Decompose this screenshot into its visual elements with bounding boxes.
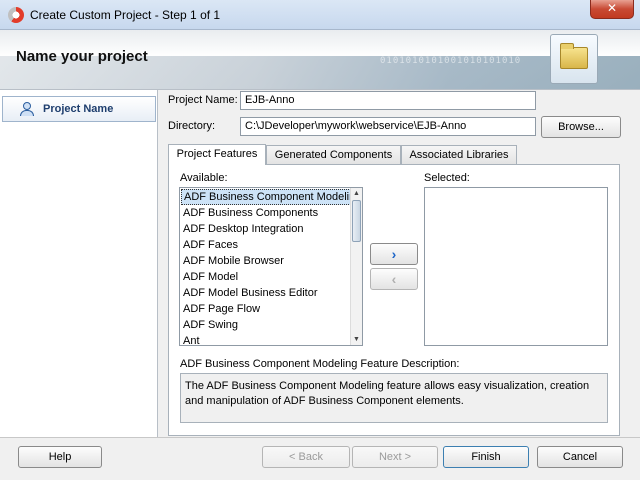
- help-button[interactable]: Help: [18, 446, 102, 468]
- wizard-header: Name your project 0101010101001010101010: [0, 30, 640, 90]
- list-item[interactable]: ADF Model Business Editor: [181, 285, 351, 301]
- back-button[interactable]: < Back: [262, 446, 350, 468]
- scrollbar-thumb[interactable]: [352, 200, 361, 242]
- page-heading: Name your project: [16, 48, 148, 65]
- title-bar: Create Custom Project - Step 1 of 1 ✕: [0, 0, 640, 30]
- list-item[interactable]: ADF Page Flow: [181, 301, 351, 317]
- remove-feature-button[interactable]: ‹: [370, 268, 418, 290]
- step-item-project-name[interactable]: Project Name: [2, 96, 156, 122]
- cancel-button[interactable]: Cancel: [537, 446, 623, 468]
- list-item[interactable]: ADF Swing: [181, 317, 351, 333]
- list-item[interactable]: Ant: [181, 333, 351, 345]
- header-binary-decoration: 0101010101001010101010: [380, 56, 522, 66]
- list-item[interactable]: ADF Faces: [181, 237, 351, 253]
- feature-description-title: ADF Business Component Modeling Feature …: [180, 358, 460, 370]
- selected-features-list[interactable]: [424, 187, 608, 346]
- next-button[interactable]: Next >: [352, 446, 438, 468]
- footer-divider: [0, 437, 640, 438]
- browse-button[interactable]: Browse...: [541, 116, 621, 138]
- list-item[interactable]: ADF Business Component Modeling: [181, 189, 361, 205]
- list-item[interactable]: ADF Model: [181, 269, 351, 285]
- scroll-down-icon[interactable]: ▼: [351, 334, 362, 345]
- wizard-step-list: Project Name: [0, 90, 158, 437]
- directory-label: Directory:: [168, 120, 216, 132]
- available-list-scrollbar[interactable]: ▲ ▼: [350, 188, 362, 345]
- feature-description-text: The ADF Business Component Modeling feat…: [180, 373, 608, 423]
- close-window-button[interactable]: ✕: [590, 0, 634, 19]
- tab-associated-libraries[interactable]: Associated Libraries: [401, 145, 517, 165]
- scroll-up-icon[interactable]: ▲: [351, 188, 362, 199]
- project-name-field[interactable]: EJB-Anno: [240, 91, 536, 110]
- available-features-list[interactable]: ADF Business Component Modeling ADF Busi…: [179, 187, 363, 346]
- selected-label: Selected:: [424, 172, 470, 184]
- tab-generated-components[interactable]: Generated Components: [266, 145, 401, 165]
- tab-project-features[interactable]: Project Features: [168, 144, 266, 165]
- jdeveloper-app-icon: [8, 7, 24, 23]
- user-icon: [19, 102, 35, 116]
- step-item-label: Project Name: [43, 103, 114, 115]
- window-title: Create Custom Project - Step 1 of 1: [30, 8, 221, 22]
- list-item[interactable]: ADF Mobile Browser: [181, 253, 351, 269]
- add-feature-button[interactable]: ›: [370, 243, 418, 265]
- finish-button[interactable]: Finish: [443, 446, 529, 468]
- list-item[interactable]: ADF Business Components: [181, 205, 351, 221]
- project-folder-icon: [550, 34, 598, 84]
- list-item[interactable]: ADF Desktop Integration: [181, 221, 351, 237]
- available-label: Available:: [180, 172, 228, 184]
- directory-field[interactable]: C:\JDeveloper\mywork\webservice\EJB-Anno: [240, 117, 536, 136]
- project-name-label: Project Name:: [168, 94, 238, 106]
